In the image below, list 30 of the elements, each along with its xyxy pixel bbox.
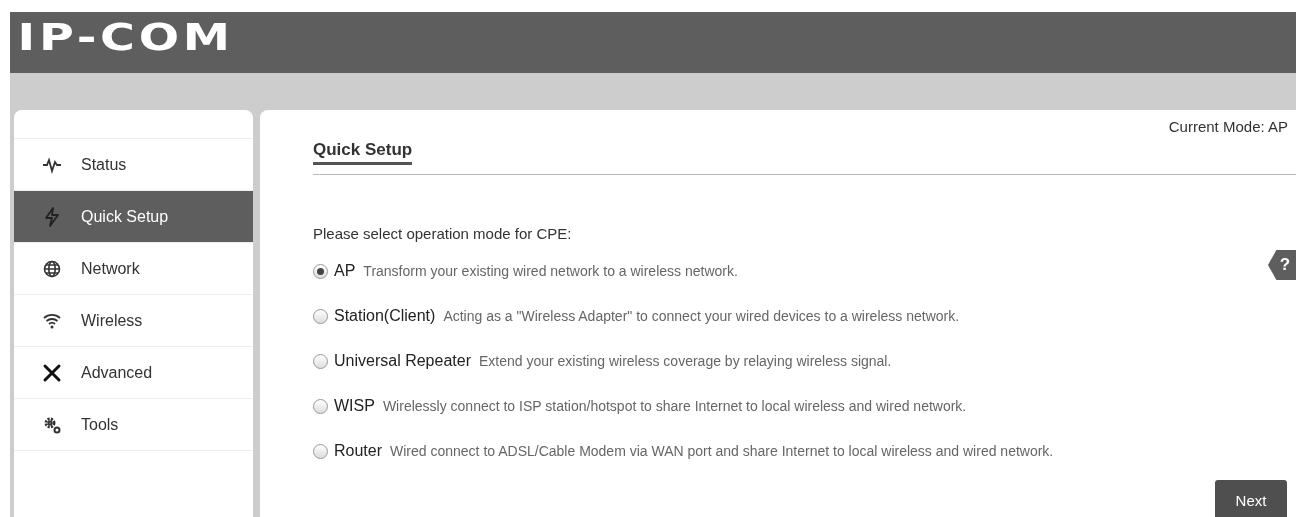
radio-button[interactable] [313,263,328,279]
mode-description: Acting as a "Wireless Adapter" to connect your wired devices to a wireless network. [443,308,960,324]
mode-description: Extend your existing wireless coverage by relaying wireless signal. [478,353,892,369]
mode-label: WISP [334,397,375,415]
help-tab[interactable]: ? [1268,250,1296,280]
prompt-text: Please select operation mode for CPE: [313,225,573,242]
sidebar-item[interactable]: Network [14,242,253,294]
mode-description: Wired connect to ADSL/Cable Modem via WAN port and share Internet to local wireless and wired network. [390,443,1054,459]
radio-button[interactable] [313,398,328,414]
radio-button[interactable] [313,443,328,459]
current-mode: Current Mode: AP [1167,117,1289,137]
mode-label: Universal Repeater [334,352,471,370]
wifi-icon [43,312,61,329]
radio-button[interactable] [313,308,328,324]
logo: IP-COM [16,14,234,56]
page-title: Quick Setup [313,140,413,165]
sidebar-item[interactable]: Advanced [14,346,253,398]
sidebar-item[interactable]: Wireless [14,294,253,346]
pulse-icon [42,155,62,174]
sidebar-item[interactable]: Tools [14,398,253,451]
mode-label: Router [334,442,383,460]
next-button[interactable]: Next [1215,480,1287,517]
mode-description: Transform your existing wired network to a wireless network. [363,263,738,279]
globe-icon [43,259,61,278]
mode-label: AP [334,262,356,280]
lightning-icon [44,206,60,227]
mode-description: Wirelessly connect to ISP station/hotspot to share Internet to local wireless and wired network. [382,398,967,414]
sidebar-item[interactable]: Quick Setup [14,190,253,242]
mode-label: Station(Client) [334,307,436,325]
radio-button[interactable] [313,353,328,369]
